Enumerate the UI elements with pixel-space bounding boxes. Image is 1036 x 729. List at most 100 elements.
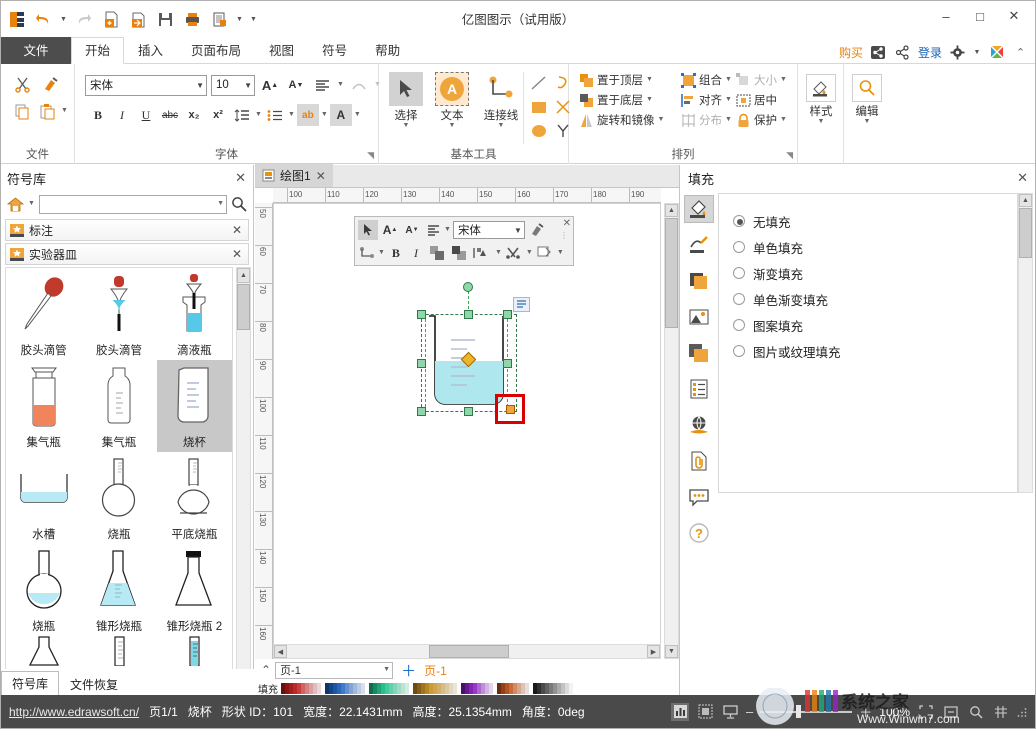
paste-dropdown-icon[interactable]: ▼ — [61, 108, 68, 114]
add-page-button[interactable]: ＋ — [397, 660, 420, 681]
radio-solid[interactable] — [733, 241, 745, 253]
canvas-scroll-h-thumb[interactable] — [429, 645, 509, 658]
search-icon[interactable] — [231, 196, 247, 212]
properties-icon[interactable] — [684, 375, 714, 403]
ft-bold-icon[interactable]: B — [387, 243, 405, 263]
strikethrough-button[interactable]: abc — [159, 104, 181, 126]
font-family-combo[interactable]: 宋体 ▼ — [85, 75, 207, 96]
page-tab-current[interactable]: 页-1 — [424, 662, 447, 679]
maximize-button[interactable]: □ — [963, 3, 997, 29]
home-dropdown-icon[interactable]: ▼ — [28, 201, 35, 207]
select-tool-button[interactable]: 选择 ▼ — [385, 72, 427, 129]
selected-shape-beaker[interactable] — [421, 314, 517, 412]
shape-item-conical-flask[interactable]: 锥形烧瓶 — [81, 544, 156, 636]
fill-option-pattern[interactable]: 图案填充 — [733, 312, 1017, 338]
text-tool-dropdown-icon[interactable]: ▼ — [449, 123, 456, 129]
ft-send-back-icon[interactable] — [449, 243, 469, 263]
ft-pointer-icon[interactable] — [358, 220, 378, 240]
shape-item-round-flask[interactable]: 烧瓶 — [81, 452, 156, 544]
shape-item-dropper-pipette[interactable]: 胶头滴管 — [6, 268, 81, 360]
fill-option-none[interactable]: 无填充 — [733, 208, 1017, 234]
rotation-handle[interactable] — [463, 282, 473, 292]
ft-fill-icon[interactable] — [535, 243, 555, 263]
arrange-dialog-launcher[interactable]: ◥ — [786, 150, 793, 161]
size-button[interactable]: 大小 ▼ — [734, 70, 789, 90]
radio-pattern[interactable] — [733, 319, 745, 331]
scroll-thumb[interactable] — [237, 284, 250, 330]
presentation-icon[interactable] — [721, 703, 739, 721]
rotate-flip-button[interactable]: 旋转和镜像 ▼ — [577, 110, 666, 130]
underline-button[interactable]: U — [135, 104, 157, 126]
tab-view[interactable]: 视图 — [255, 37, 308, 64]
fill-scroll-thumb[interactable] — [1019, 208, 1032, 258]
edit-dropdown-icon[interactable]: ▼ — [864, 119, 871, 125]
horizontal-ruler[interactable]: 100 110 120 130 140 150 160 170 180 190 — [273, 188, 661, 203]
resize-handle-se[interactable] — [506, 405, 515, 414]
fill-option-mono-gradient[interactable]: 单色渐变填充 — [733, 286, 1017, 312]
shape-item-round-flask-filled[interactable]: 烧瓶 — [6, 544, 81, 636]
symbol-search-input[interactable]: ▼ — [39, 195, 227, 214]
resize-handle-e[interactable] — [503, 359, 512, 368]
left-tab-file-recovery[interactable]: 文件恢复 — [59, 673, 129, 695]
scroll-up-arrow[interactable]: ▲ — [237, 268, 250, 283]
zoom-in-button[interactable]: ＋ — [859, 702, 872, 721]
ft-bring-front-icon[interactable] — [427, 243, 447, 263]
bullets-button[interactable] — [264, 104, 286, 126]
help-icon[interactable]: ? — [684, 519, 714, 547]
chart-view-icon[interactable] — [671, 703, 689, 721]
line-icon[interactable] — [684, 231, 714, 259]
text-align-dropdown-icon[interactable]: ▼ — [337, 82, 344, 88]
group-button[interactable]: 组合 ▼ — [679, 70, 734, 90]
library-group-labware[interactable]: 实验器皿 ✕ — [5, 243, 249, 265]
shape-item-water-trough[interactable]: 水槽 — [6, 452, 81, 544]
shape-item-gas-jar-orange[interactable]: 集气瓶 — [6, 360, 81, 452]
page-collapse-icon[interactable]: ⌃ — [261, 663, 271, 677]
rect-tool-button[interactable] — [528, 96, 550, 118]
line-spacing-button[interactable] — [231, 104, 253, 126]
style-dropdown-icon[interactable]: ▼ — [818, 119, 825, 125]
fill-panel-scrollbar[interactable]: ▲ — [1018, 193, 1033, 493]
canvas-scroll-left-arrow[interactable]: ◀ — [274, 645, 287, 658]
select-tool-dropdown-icon[interactable]: ▼ — [403, 123, 410, 129]
superscript-button[interactable]: x² — [207, 104, 229, 126]
curve-text-button[interactable] — [348, 74, 370, 96]
radio-mono-gradient[interactable] — [733, 293, 745, 305]
share-icon[interactable] — [894, 44, 911, 61]
home-icon[interactable] — [7, 197, 24, 212]
canvas-scroll-down-arrow[interactable]: ▼ — [665, 645, 678, 658]
resize-handle-n[interactable] — [464, 310, 473, 319]
collapse-ribbon-icon[interactable]: ⌃ — [1012, 44, 1029, 61]
ft-format-painter-icon[interactable] — [527, 220, 547, 240]
canvas-scroll-right-arrow[interactable]: ▶ — [647, 645, 660, 658]
layer-icon[interactable] — [684, 339, 714, 367]
ft-more-icon[interactable]: ⋮ — [560, 233, 568, 238]
gear-icon[interactable] — [949, 44, 966, 61]
text-tool-button[interactable]: A 文本 ▼ — [431, 72, 473, 129]
canvas-vertical-scrollbar[interactable]: ▲ ▼ — [664, 203, 679, 659]
shape-item-dropper-bulb[interactable]: 胶头滴管 — [81, 268, 156, 360]
minimize-button[interactable]: – — [929, 3, 963, 29]
radio-picture-texture[interactable] — [733, 345, 745, 357]
resize-handle-nw[interactable] — [417, 310, 426, 319]
fill-option-picture-texture[interactable]: 图片或纹理填充 — [733, 338, 1017, 364]
paste-button[interactable] — [36, 100, 58, 122]
ft-align-dropdown-icon[interactable]: ▼ — [444, 227, 451, 233]
library-group-labware-close-icon[interactable]: ✕ — [232, 247, 242, 261]
send-back-button[interactable]: 置于底层 ▼ — [577, 90, 666, 110]
distribute-button[interactable]: 分布 ▼ — [679, 110, 734, 130]
line-spacing-dropdown-icon[interactable]: ▼ — [255, 112, 262, 118]
ft-connector-dropdown-icon[interactable]: ▼ — [378, 250, 385, 256]
ft-tools-icon[interactable] — [504, 243, 524, 263]
fill-panel-close-icon[interactable]: ✕ — [1017, 170, 1028, 186]
left-tab-symbol-library[interactable]: 符号库 — [1, 671, 59, 695]
canvas-horizontal-scrollbar[interactable]: ◀ ▶ — [273, 644, 661, 659]
zoom-search-icon[interactable] — [967, 703, 985, 721]
tab-home[interactable]: 开始 — [71, 37, 124, 64]
fullscreen-icon[interactable] — [917, 703, 935, 721]
zoom-slider-knob[interactable] — [796, 705, 801, 718]
shape-item-conical-flask-stopper[interactable]: 锥形烧瓶 2 — [157, 544, 232, 636]
page-selector[interactable]: 页-1 ▼ — [275, 662, 393, 679]
copy-button[interactable] — [11, 100, 33, 122]
attachment-icon[interactable] — [684, 447, 714, 475]
canvas-scroll-v-thumb[interactable] — [665, 218, 678, 328]
